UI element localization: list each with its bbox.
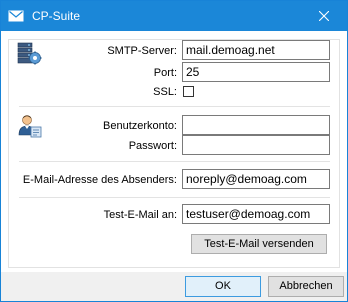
server-settings-icon [16, 41, 42, 67]
close-icon [319, 11, 329, 21]
ssl-label: SSL: [153, 86, 177, 98]
test-recipient-label: Test-E-Mail an: [103, 209, 177, 221]
sender-address-label: E-Mail-Adresse des Absenders: [22, 174, 177, 186]
port-label: Port: [153, 67, 177, 79]
title-bar[interactable]: CP-Suite [1, 1, 347, 31]
dialog-footer: OK Abbrechen [1, 272, 347, 301]
password-label: Passwort: [128, 140, 177, 152]
window-title: CP-Suite [32, 9, 81, 23]
username-label: Benutzerkonto: [103, 120, 177, 132]
user-account-icon [18, 114, 42, 138]
smtp-server-input[interactable]: mail.demoag.net [182, 40, 330, 60]
cancel-button[interactable]: Abbrechen [268, 276, 344, 297]
separator [19, 161, 330, 162]
separator [19, 197, 330, 198]
ok-button[interactable]: OK [185, 276, 261, 297]
password-input[interactable] [182, 135, 330, 155]
separator [19, 106, 330, 107]
username-input[interactable] [182, 115, 330, 135]
smtp-server-label: SMTP-Server: [107, 45, 177, 57]
envelope-icon [8, 8, 24, 24]
sender-address-input[interactable]: noreply@demoag.com [182, 169, 330, 189]
dialog-window: CP-Suite SMTP-Server: mail.demoag.net Po… [0, 0, 348, 302]
ssl-checkbox[interactable] [183, 86, 194, 97]
test-recipient-input[interactable]: testuser@demoag.com [182, 204, 330, 224]
send-test-email-button[interactable]: Test-E-Mail versenden [191, 234, 327, 254]
port-input[interactable]: 25 [182, 62, 330, 82]
close-button[interactable] [301, 1, 347, 31]
